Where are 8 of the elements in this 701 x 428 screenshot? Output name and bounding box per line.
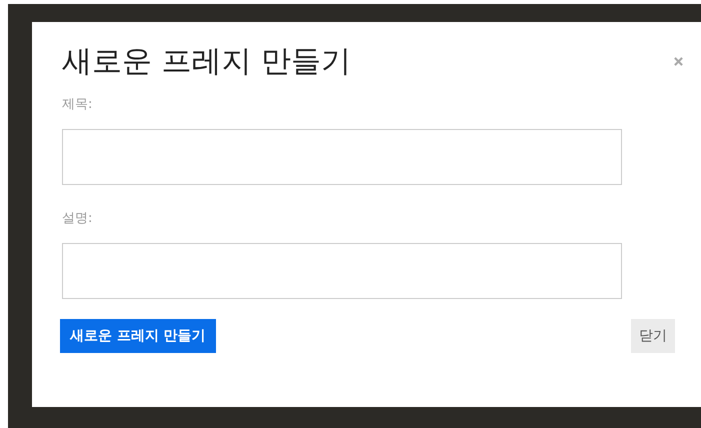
close-button[interactable]: 닫기: [631, 319, 675, 353]
dialog-title: 새로운 프레지 만들기: [62, 42, 352, 80]
create-button[interactable]: 새로운 프레지 만들기: [60, 319, 216, 353]
field-label: 설명:: [62, 210, 94, 227]
close-icon[interactable]: [674, 56, 683, 66]
input-field[interactable]: [62, 243, 622, 299]
input-field[interactable]: [62, 129, 622, 185]
field-label: 제목:: [62, 96, 94, 113]
